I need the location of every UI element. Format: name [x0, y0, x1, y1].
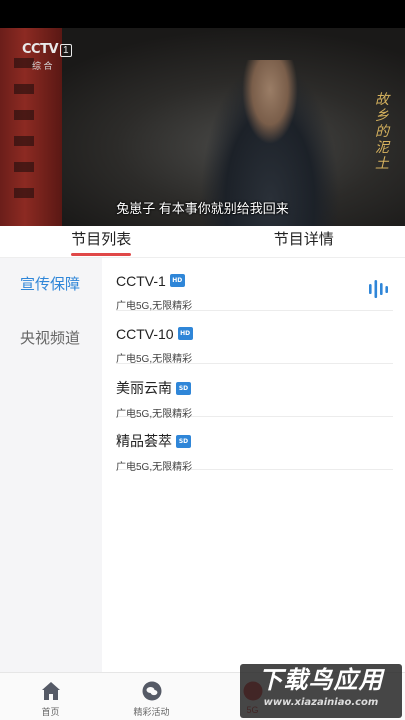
watermark-url: www.xiazainiao.com: [263, 697, 379, 708]
video-player[interactable]: CCTV 1 综 合 故乡的泥土 兔崽子 有本事你就别给我回来: [0, 0, 405, 226]
channel-logo-sub: 综 合: [32, 61, 53, 71]
channel-name: 精品荟萃: [116, 433, 172, 449]
channel-logo-number: 1: [60, 44, 72, 57]
quality-badge: SD: [176, 434, 191, 448]
show-title-watermark: 故乡的泥土: [375, 92, 389, 172]
channel-description: 广电5G,无限精彩: [116, 462, 193, 473]
channel-name: CCTV-1: [116, 272, 166, 289]
watermark-title: 下载鸟应用: [258, 666, 384, 694]
nav-item-home[interactable]: 首页: [0, 673, 101, 720]
now-playing-icon: [369, 280, 388, 298]
channel-logo: CCTV 1 综 合: [22, 40, 78, 71]
channel-item[interactable]: 美丽云南 SD 广电5G,无限精彩: [116, 364, 393, 420]
video-subtitle: 兔崽子 有本事你就别给我回来: [116, 201, 289, 216]
channel-name: 美丽云南: [116, 380, 172, 396]
channel-item[interactable]: 精品荟萃 SD 广电5G,无限精彩: [116, 417, 393, 473]
sidebar-item-promo[interactable]: 宣传保障: [0, 258, 102, 312]
nav-label-activities: 精彩活动: [133, 707, 170, 717]
chat-bubble-icon: [142, 681, 161, 701]
channel-description: 广电5G,无限精彩: [116, 354, 193, 365]
channel-item[interactable]: CCTV-10 HD 广电5G,无限精彩: [116, 311, 393, 365]
channel-logo-text: CCTV: [22, 42, 59, 57]
quality-badge: HD: [169, 274, 185, 288]
site-watermark: 下载鸟应用 www.xiazainiao.com: [240, 664, 402, 718]
content-tabs: 节目列表 节目详情: [0, 226, 405, 258]
tab-program-details[interactable]: 节目详情: [203, 226, 405, 257]
sidebar-item-cctv-channels[interactable]: 央视频道: [0, 312, 102, 366]
quality-badge: SD: [176, 381, 191, 395]
channel-list: CCTV-1 HD 广电5G,无限精彩 CCTV-10 HD 广电5G,无限精彩 美…: [102, 258, 405, 672]
nav-item-activities[interactable]: 精彩活动: [101, 673, 202, 720]
quality-badge: HD: [177, 327, 193, 341]
channel-name: CCTV-10: [116, 325, 174, 342]
home-icon: [41, 682, 60, 700]
nav-label-home: 首页: [41, 707, 60, 717]
channel-description: 广电5G,无限精彩: [116, 301, 193, 312]
category-sidebar: 宣传保障 央视频道: [0, 258, 102, 672]
tab-program-list[interactable]: 节目列表: [0, 226, 203, 257]
channel-item[interactable]: CCTV-1 HD 广电5G,无限精彩: [116, 258, 393, 312]
